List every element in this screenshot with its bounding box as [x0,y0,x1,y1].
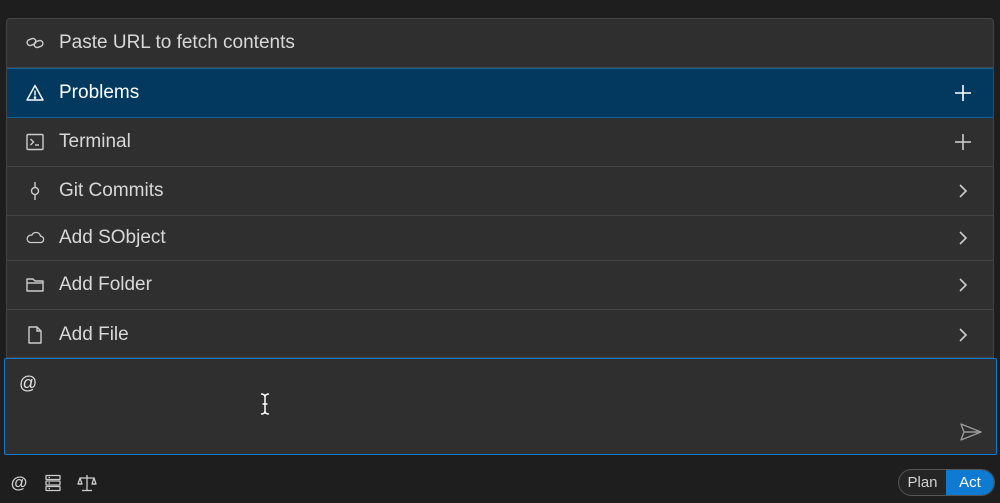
menu-item-label: Paste URL to fetch contents [59,32,295,53]
menu-item-add-folder[interactable]: Add Folder [7,261,993,310]
menu-item-add-sobject[interactable]: Add SObject [7,216,993,261]
add-icon[interactable] [951,130,975,154]
chevron-right-icon[interactable] [951,179,975,203]
menu-item-terminal[interactable]: Terminal [7,118,993,167]
menu-item-problems[interactable]: Problems [7,68,993,118]
file-icon [25,325,45,345]
at-icon[interactable]: @ [8,472,30,494]
link-icon [25,33,45,53]
menu-item-paste-url[interactable]: Paste URL to fetch contents [7,19,993,68]
menu-item-label: Add File [59,323,129,345]
scale-icon[interactable] [76,472,98,494]
add-icon[interactable] [951,81,975,105]
warning-icon [25,83,45,103]
menu-item-label: Git Commits [59,180,164,201]
bottom-toolbar: @ [0,462,1000,503]
menu-item-label: Problems [59,82,140,103]
menu-item-label: Add Folder [59,274,152,295]
chevron-right-icon[interactable] [951,226,975,250]
mode-toggle: Plan Act [898,469,995,496]
menu-item-add-file[interactable]: Add File [7,310,993,357]
send-icon[interactable] [958,420,984,444]
chat-input[interactable]: @ [4,358,997,455]
plan-mode-button[interactable]: Plan [899,470,946,495]
act-mode-button[interactable]: Act [946,470,994,495]
chat-panel: Paste URL to fetch contents Problems Ter… [0,0,1000,503]
context-menu: Paste URL to fetch contents Problems Ter… [6,18,994,358]
text-cursor-icon [258,392,272,421]
chat-input-value: @ [19,373,38,393]
menu-item-label: Terminal [59,131,131,152]
cloud-icon [25,228,45,248]
menu-item-label: Add SObject [59,227,166,248]
server-icon[interactable] [42,472,64,494]
chevron-right-icon[interactable] [951,323,975,347]
folder-icon [25,275,45,295]
chevron-right-icon[interactable] [951,273,975,297]
menu-item-git-commits[interactable]: Git Commits [7,167,993,216]
terminal-icon [25,132,45,152]
git-commit-icon [25,181,45,201]
